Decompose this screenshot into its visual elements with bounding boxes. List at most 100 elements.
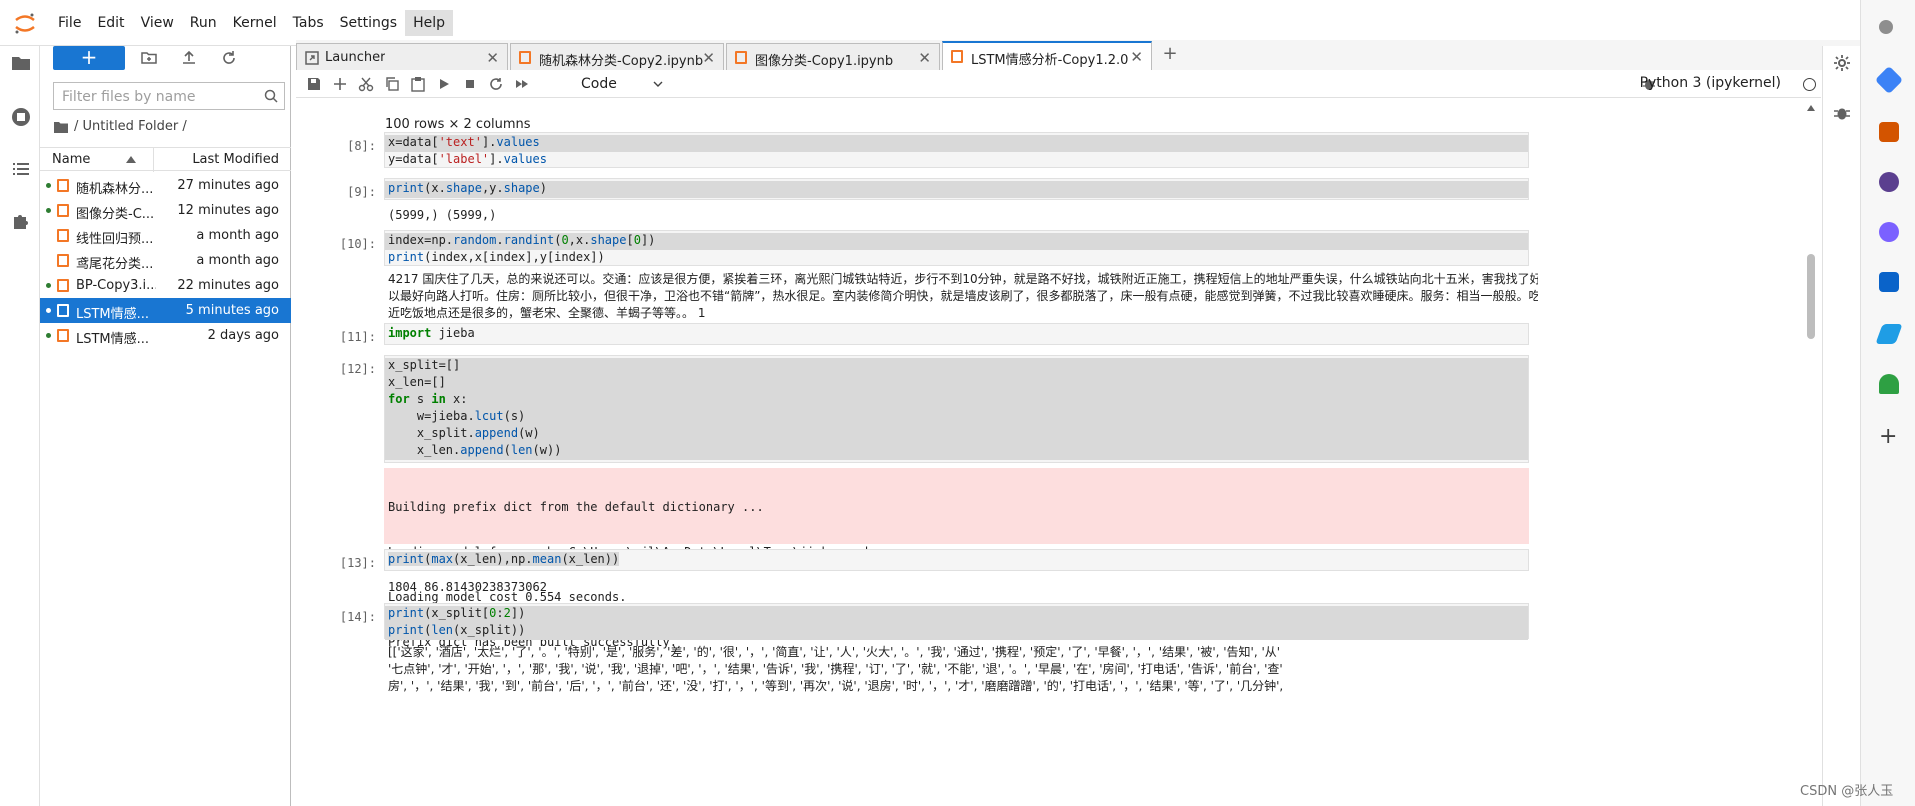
tab-label: 随机森林分类-Copy2.ipynb bbox=[539, 54, 704, 69]
run-icon[interactable] bbox=[436, 76, 452, 92]
table-of-contents-icon[interactable] bbox=[10, 158, 32, 180]
column-last-modified[interactable]: Last Modified bbox=[192, 152, 279, 167]
code-cell-10[interactable]: index=np.random.randint(0,x.shape[0]) pr… bbox=[384, 230, 1529, 266]
games-icon[interactable] bbox=[1879, 172, 1899, 192]
cut-icon[interactable] bbox=[358, 76, 374, 92]
code-line: x_split.append(w) bbox=[385, 426, 1528, 443]
code-cell-13[interactable]: print(max(x_len),np.mean(x_len)) bbox=[384, 549, 1529, 571]
notebook-scrollbar[interactable] bbox=[1806, 99, 1816, 806]
cell-prompt: [12]: bbox=[339, 362, 376, 376]
file-row[interactable]: LSTM情感... 5 minutes ago bbox=[40, 298, 291, 323]
folder-icon[interactable] bbox=[10, 52, 32, 74]
file-modified: 27 minutes ago bbox=[177, 178, 279, 193]
tab-random-forest[interactable]: 随机森林分类-Copy2.ipynb ✕ bbox=[510, 43, 724, 71]
running-sessions-icon[interactable] bbox=[10, 106, 32, 128]
file-name: 图像分类-C... bbox=[76, 207, 155, 222]
notebook-content[interactable]: 100 rows × 2 columns [8]: x=data['text']… bbox=[296, 99, 1796, 806]
new-folder-icon[interactable] bbox=[140, 49, 158, 67]
menu-edit[interactable]: Edit bbox=[89, 10, 132, 36]
column-name[interactable]: Name bbox=[52, 152, 90, 167]
cell-type-value: Code bbox=[581, 76, 617, 92]
menu-kernel[interactable]: Kernel bbox=[225, 10, 285, 36]
file-name: 线性回归预... bbox=[76, 232, 154, 247]
cell-prompt: [13]: bbox=[339, 556, 376, 570]
breadcrumb[interactable]: / Untitled Folder / bbox=[54, 119, 187, 134]
code-cell-12[interactable]: x_split=[] x_len=[] for s in x: w=jieba.… bbox=[384, 355, 1529, 463]
code-cell-14[interactable]: print(x_split[0:2]) print(len(x_split)) bbox=[384, 603, 1529, 640]
shopping-tag-icon[interactable] bbox=[1874, 65, 1904, 95]
close-icon[interactable]: ✕ bbox=[918, 49, 931, 67]
code-cell-8[interactable]: x=data['text'].values y=data['label'].va… bbox=[384, 132, 1529, 168]
search-icon[interactable] bbox=[1879, 20, 1893, 34]
scroll-up-arrow-icon[interactable] bbox=[1807, 105, 1815, 111]
copy-icon[interactable] bbox=[384, 76, 400, 92]
tab-image-classification[interactable]: 图像分类-Copy1.ipynb ✕ bbox=[726, 43, 940, 71]
restart-icon[interactable] bbox=[488, 76, 504, 92]
file-row[interactable]: 线性回归预... a month ago bbox=[40, 223, 291, 248]
browser-edge-sidebar: + bbox=[1860, 0, 1915, 806]
breadcrumb-path[interactable]: / Untitled Folder / bbox=[74, 119, 187, 134]
file-modified: 12 minutes ago bbox=[177, 203, 279, 218]
save-icon[interactable] bbox=[306, 76, 322, 92]
file-row[interactable]: LSTM情感... 2 days ago bbox=[40, 323, 291, 348]
file-row[interactable]: BP-Copy3.i... 22 minutes ago bbox=[40, 273, 291, 298]
new-launcher-button[interactable]: + bbox=[53, 46, 125, 70]
add-icon[interactable]: + bbox=[1879, 424, 1897, 449]
tab-lstm-sentiment[interactable]: LSTM情感分析-Copy1.2.0.ipy ✕ bbox=[942, 41, 1152, 71]
column-divider[interactable] bbox=[153, 148, 154, 172]
menu-run[interactable]: Run bbox=[182, 10, 225, 36]
file-filter-input[interactable]: Filter files by name bbox=[53, 82, 285, 110]
watermark: CSDN @张人玉 bbox=[1800, 784, 1894, 799]
running-indicator-icon bbox=[46, 308, 51, 313]
notebook-icon bbox=[57, 304, 69, 317]
menu-settings[interactable]: Settings bbox=[332, 10, 405, 36]
extension-puzzle-icon[interactable] bbox=[10, 210, 32, 232]
file-modified: a month ago bbox=[196, 253, 279, 268]
copilot-icon[interactable] bbox=[1879, 222, 1899, 242]
code-line: print(x.shape,y.shape) bbox=[385, 181, 1528, 198]
kernel-name[interactable]: Python 3 (ipykernel) bbox=[1640, 75, 1781, 91]
close-icon[interactable]: ✕ bbox=[702, 49, 715, 67]
stop-icon[interactable] bbox=[462, 76, 478, 92]
file-name: 鸢尾花分类... bbox=[76, 257, 154, 272]
code-cell-9[interactable]: print(x.shape,y.shape) bbox=[384, 178, 1529, 200]
code-line: import jieba bbox=[388, 326, 475, 340]
tab-label: 图像分类-Copy1.ipynb bbox=[755, 54, 894, 69]
fast-forward-icon[interactable] bbox=[514, 76, 530, 92]
code-line: x_len=[] bbox=[385, 375, 1528, 392]
property-inspector-gear-icon[interactable] bbox=[1833, 54, 1851, 72]
scrollbar-thumb[interactable] bbox=[1807, 254, 1815, 339]
cell-prompt: [8]: bbox=[347, 139, 376, 153]
menu-tabs[interactable]: Tabs bbox=[285, 10, 332, 36]
tab-launcher[interactable]: Launcher ✕ bbox=[296, 43, 508, 71]
upload-icon[interactable] bbox=[180, 49, 198, 67]
close-icon[interactable]: ✕ bbox=[486, 49, 499, 67]
notebook-icon bbox=[57, 179, 69, 192]
output-line: 近吃饭地点还是很多的，蟹老宋、全聚德、羊蝎子等等。。 1 bbox=[388, 306, 706, 320]
send-icon[interactable] bbox=[1875, 324, 1903, 344]
file-modified: 22 minutes ago bbox=[177, 278, 279, 293]
menu-help[interactable]: Help bbox=[405, 9, 453, 36]
cell-type-select[interactable]: Code bbox=[581, 73, 671, 95]
file-row[interactable]: 图像分类-C... 12 minutes ago bbox=[40, 198, 291, 223]
code-line: print(index,x[index],y[index]) bbox=[388, 250, 605, 264]
file-list: 随机森林分... 27 minutes ago 图像分类-C... 12 minute… bbox=[40, 173, 291, 348]
outlook-icon[interactable] bbox=[1879, 272, 1899, 292]
cell-output: [['这家', '酒店', '太烂', '了', '。', '特别', '是',… bbox=[388, 644, 1538, 695]
refresh-icon[interactable] bbox=[220, 49, 238, 67]
file-row[interactable]: 随机森林分... 27 minutes ago bbox=[40, 173, 291, 198]
sort-ascending-icon[interactable] bbox=[126, 156, 136, 163]
toolbox-icon[interactable] bbox=[1879, 122, 1899, 142]
dataframe-summary: 100 rows × 2 columns bbox=[385, 117, 531, 132]
tree-icon[interactable] bbox=[1879, 374, 1899, 394]
add-tab-button[interactable]: + bbox=[1158, 43, 1182, 67]
insert-cell-icon[interactable] bbox=[332, 76, 348, 92]
code-cell-11[interactable]: import jieba bbox=[384, 323, 1529, 345]
menu-file[interactable]: File bbox=[50, 10, 89, 36]
paste-icon[interactable] bbox=[410, 76, 426, 92]
cell-output: 1804 86.81430238373062 bbox=[388, 580, 547, 594]
menu-view[interactable]: View bbox=[133, 10, 182, 36]
file-row[interactable]: 鸢尾花分类... a month ago bbox=[40, 248, 291, 273]
close-icon[interactable]: ✕ bbox=[1130, 48, 1143, 66]
debugger-icon[interactable] bbox=[1833, 104, 1851, 122]
